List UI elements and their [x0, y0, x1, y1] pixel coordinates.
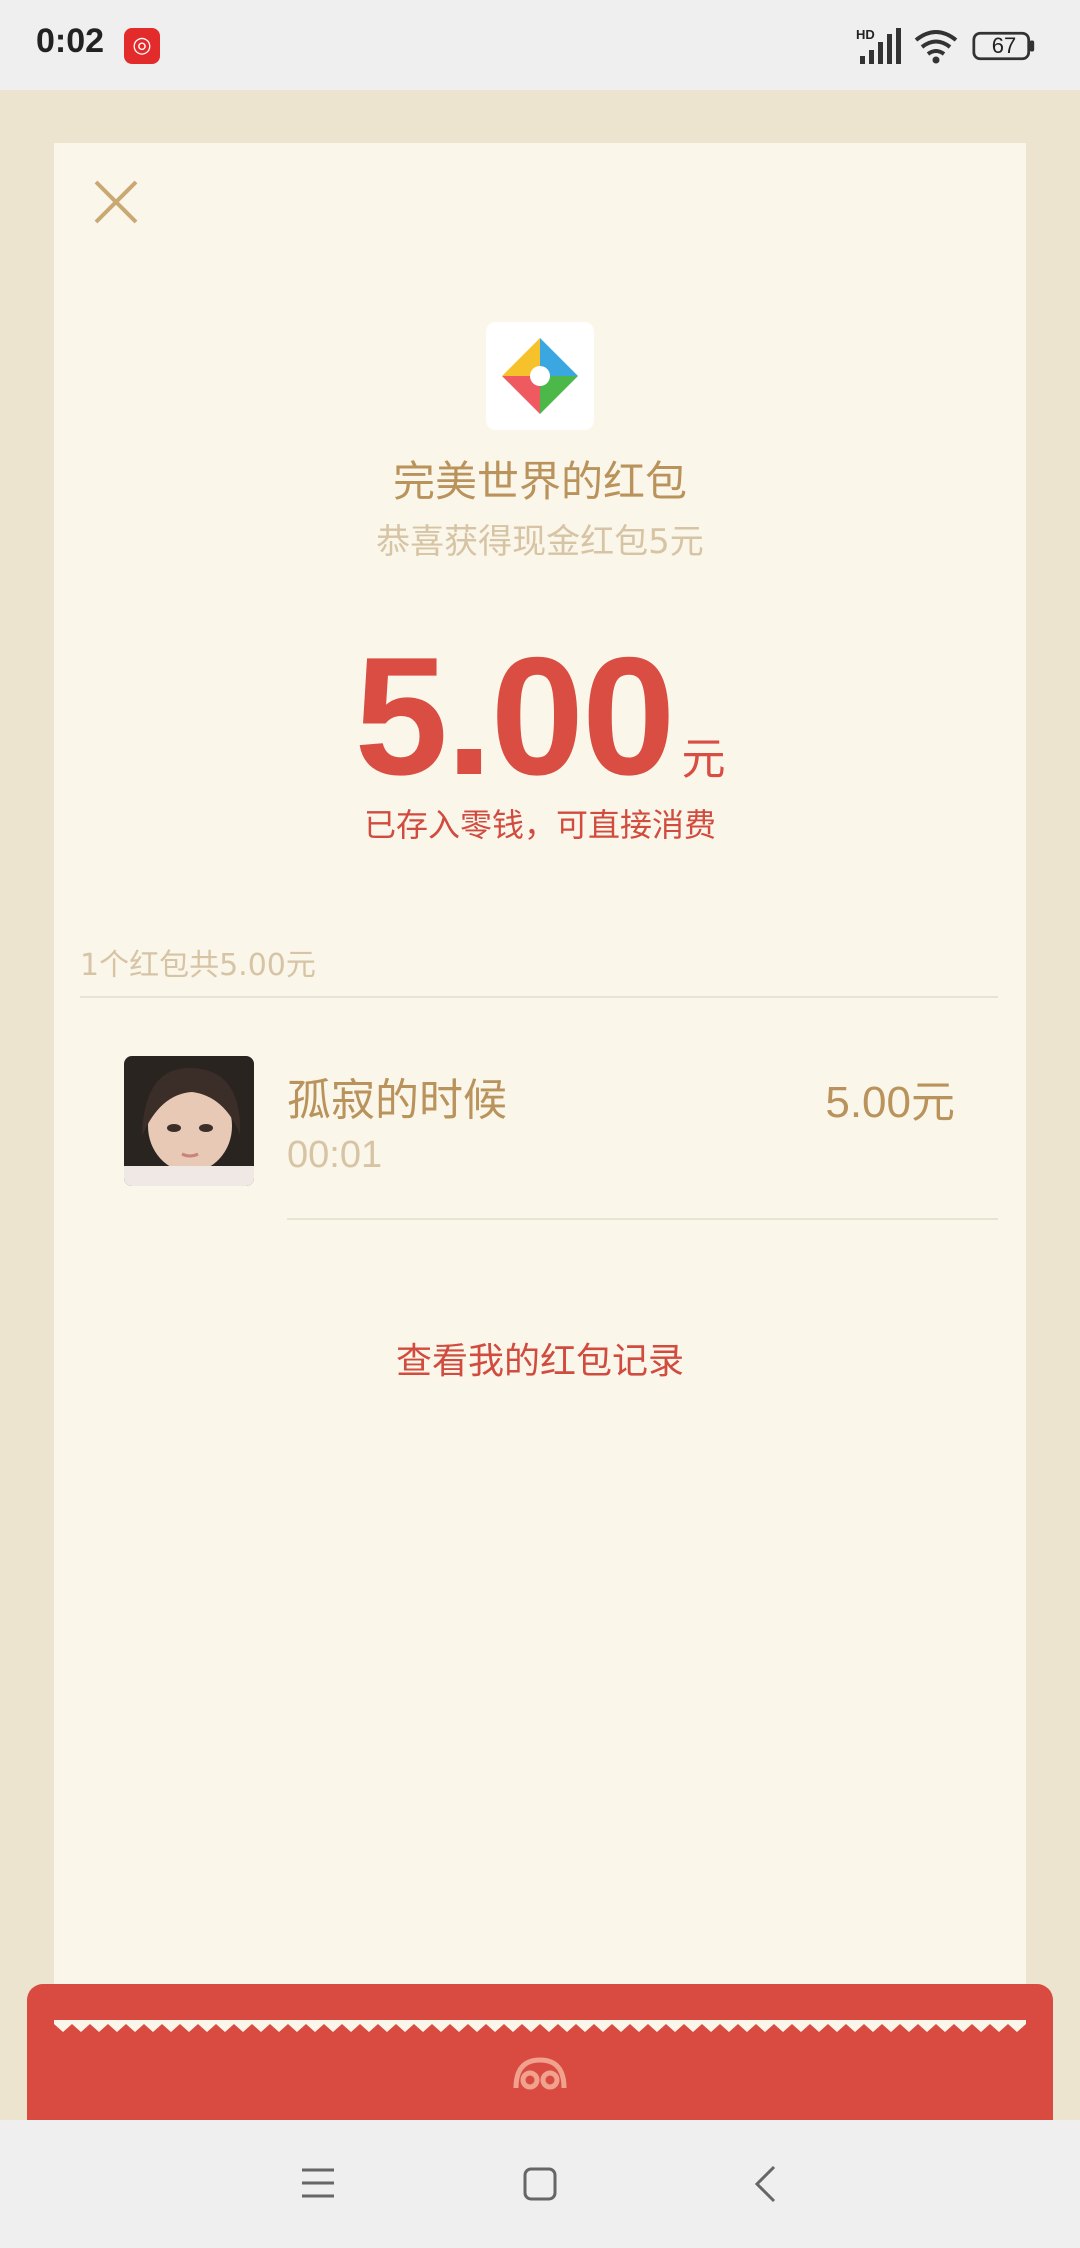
- red-packet-footer: [27, 1984, 1053, 2120]
- amount-unit: 元: [681, 734, 726, 785]
- avatar-image: [124, 1056, 254, 1186]
- deposit-note[interactable]: 已存入零钱，可直接消费: [0, 800, 1080, 846]
- view-records-link[interactable]: 查看我的红包记录: [0, 1332, 1080, 1384]
- amount-display: 5.00 元: [0, 620, 1080, 813]
- greeting-text: 恭喜获得现金红包5元: [376, 522, 704, 562]
- recipient-name: 孤寂的时候: [287, 1075, 507, 1126]
- divider: [287, 1218, 998, 1220]
- close-icon[interactable]: [92, 178, 140, 226]
- sender-logo: [486, 322, 594, 430]
- back-icon[interactable]: [752, 2164, 778, 2204]
- recipient-time: 00:01: [287, 1134, 383, 1176]
- battery-level: 67: [991, 33, 1017, 58]
- wifi-icon: [914, 30, 958, 64]
- status-time: 0:02: [36, 22, 105, 60]
- status-bar: 0:02 ◎ HD 67: [0, 0, 1080, 90]
- home-icon[interactable]: [522, 2166, 558, 2202]
- divider: [80, 996, 998, 998]
- menu-icon[interactable]: [300, 2166, 336, 2200]
- packet-summary: 1个红包共5.00元: [80, 948, 316, 983]
- amount-value: 5.00: [354, 622, 676, 810]
- recipient-amount: 5.00元: [825, 1078, 955, 1127]
- notification-app-icon: ◎: [124, 28, 160, 64]
- avatar[interactable]: [124, 1056, 254, 1186]
- pinwheel-logo-icon: [502, 338, 578, 414]
- sender-title: 完美世界的红包: [392, 457, 687, 506]
- wechat-pay-logo-icon: [513, 2057, 567, 2090]
- zigzag-edge: [54, 2020, 1026, 2032]
- network-label: HD: [856, 27, 875, 42]
- signal-icon: HD: [856, 27, 901, 64]
